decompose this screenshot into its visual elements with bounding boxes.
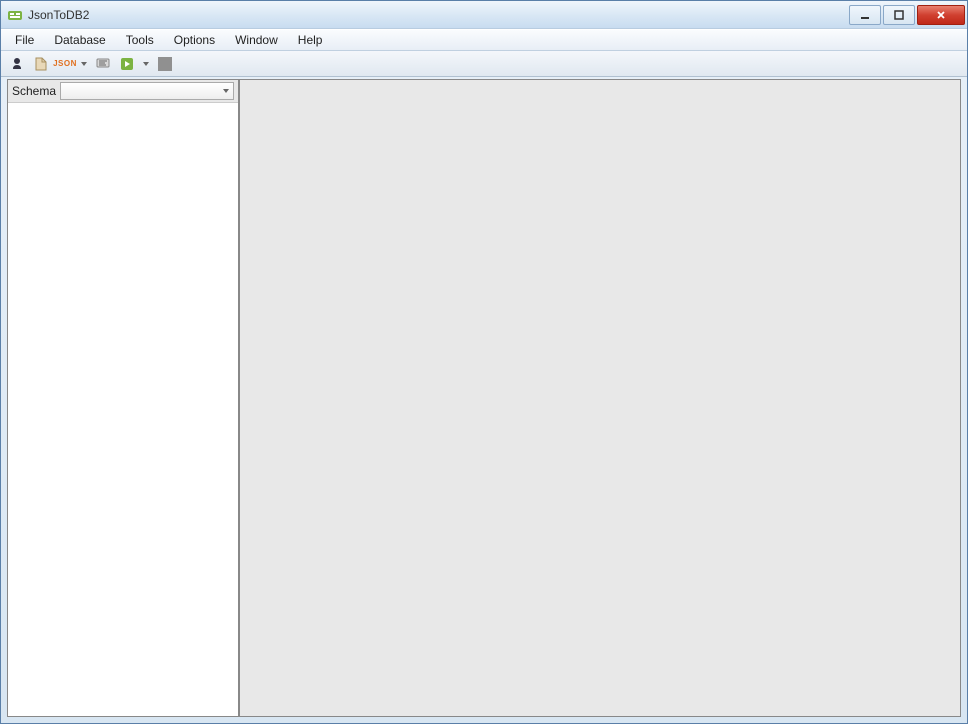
window-controls — [847, 5, 965, 25]
chevron-down-icon — [143, 62, 149, 66]
schema-label: Schema — [12, 84, 56, 98]
chevron-down-icon — [223, 89, 229, 93]
schema-tree[interactable] — [8, 103, 238, 716]
app-window: JsonToDB2 File Database Tools Options Wi… — [0, 0, 968, 724]
content-area: Schema — [7, 79, 961, 717]
stop-button[interactable] — [155, 54, 175, 74]
menubar: File Database Tools Options Window Help — [1, 29, 967, 51]
schema-select[interactable] — [60, 82, 234, 100]
menu-database[interactable]: Database — [44, 31, 115, 49]
execute-icon[interactable] — [117, 54, 137, 74]
minimize-button[interactable] — [849, 5, 881, 25]
connect-icon[interactable] — [7, 54, 27, 74]
schema-row: Schema — [8, 80, 238, 103]
toolbar: JSON — [1, 51, 967, 77]
menu-options[interactable]: Options — [164, 31, 225, 49]
main-panel — [240, 80, 960, 716]
chevron-down-icon — [81, 62, 87, 66]
stop-icon — [158, 57, 172, 71]
window-title: JsonToDB2 — [28, 8, 847, 22]
json-dropdown[interactable] — [79, 54, 89, 74]
menu-window[interactable]: Window — [225, 31, 288, 49]
close-button[interactable] — [917, 5, 965, 25]
json-import-button[interactable]: JSON — [55, 54, 75, 74]
json-label: JSON — [53, 59, 77, 68]
file-icon[interactable] — [31, 54, 51, 74]
menu-tools[interactable]: Tools — [116, 31, 164, 49]
query-icon[interactable] — [93, 54, 113, 74]
menu-help[interactable]: Help — [288, 31, 333, 49]
maximize-button[interactable] — [883, 5, 915, 25]
menu-file[interactable]: File — [5, 31, 44, 49]
titlebar: JsonToDB2 — [1, 1, 967, 29]
sidebar: Schema — [8, 80, 240, 716]
app-icon — [7, 7, 23, 23]
execute-dropdown[interactable] — [141, 54, 151, 74]
